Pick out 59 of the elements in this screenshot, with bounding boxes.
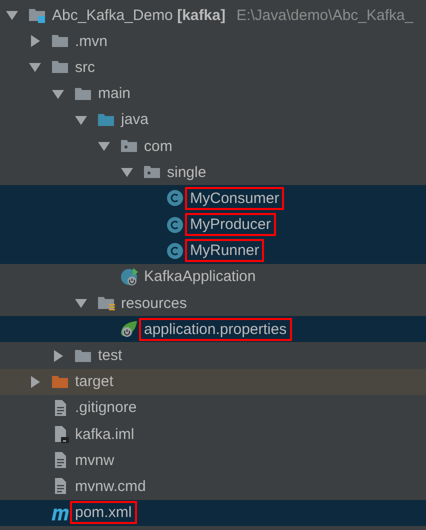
item-label: java — [120, 110, 150, 130]
folder-icon — [28, 6, 46, 24]
item-label: .mvn — [74, 32, 109, 52]
item-label: mvnw.cmd — [74, 476, 147, 497]
item-label: target — [74, 372, 114, 392]
project-path: E:\Java\demo\Abc_Kafka_ — [236, 6, 414, 24]
tree-row[interactable]: kafka.iml — [0, 421, 426, 448]
collapse-arrow-icon[interactable] — [75, 297, 87, 310]
tree-row[interactable]: mvnw.cmd — [0, 473, 426, 500]
item-label: Abc_Kafka_Demo [kafka] — [51, 6, 226, 26]
item-label: application.properties — [139, 318, 292, 341]
tree-row[interactable]: KafkaApplication — [0, 264, 426, 290]
expand-arrow-icon[interactable] — [29, 35, 41, 48]
folder-icon — [97, 294, 115, 312]
item-label: kafka.iml — [74, 424, 136, 445]
item-label: .gitignore — [74, 398, 138, 418]
tree-row[interactable]: .gitignore — [0, 394, 426, 421]
collapse-arrow-icon[interactable] — [98, 140, 110, 152]
expand-arrow-icon[interactable] — [52, 350, 64, 362]
tree-row[interactable]: mvnw — [0, 447, 426, 474]
collapse-arrow-icon[interactable] — [75, 114, 87, 126]
tree-row[interactable]: .mvn — [0, 28, 426, 54]
tree-row[interactable]: MyRunner — [0, 238, 426, 264]
item-label: main — [97, 84, 132, 104]
class-icon — [166, 242, 184, 260]
class-icon — [166, 189, 184, 208]
tree-row[interactable]: target — [0, 368, 426, 395]
tree-row[interactable]: single — [0, 159, 426, 186]
collapse-arrow-icon[interactable] — [52, 88, 64, 100]
expand-arrow-icon[interactable] — [29, 376, 41, 388]
tree-row[interactable]: resources — [0, 290, 426, 316]
tree-row[interactable]: main — [0, 80, 426, 107]
tree-row[interactable]: test — [0, 342, 426, 369]
tree-row[interactable]: MyProducer — [0, 212, 426, 238]
maven-icon — [51, 508, 69, 521]
tree-row[interactable]: com — [0, 132, 426, 160]
class-icon — [166, 216, 184, 234]
item-label: MyRunner — [185, 239, 264, 262]
item-label: mvnw — [74, 450, 116, 471]
item-label: com — [143, 136, 174, 157]
item-label: resources — [120, 294, 188, 314]
leaf-icon — [120, 320, 138, 338]
item-label: test — [97, 346, 124, 366]
item-label: pom.xml — [70, 501, 137, 524]
item-label: MyConsumer — [185, 186, 284, 210]
collapse-arrow-icon[interactable] — [121, 166, 133, 178]
tree-row[interactable]: pom.xml — [0, 500, 426, 526]
item-label: src — [74, 58, 96, 78]
item-label: KafkaApplication — [143, 267, 257, 288]
tree-row[interactable]: java — [0, 106, 426, 133]
collapse-arrow-icon[interactable] — [29, 61, 41, 74]
item-label: MyProducer — [185, 213, 276, 236]
item-label: single — [166, 162, 208, 183]
class-icon — [120, 268, 138, 286]
tree-row[interactable]: src — [0, 54, 426, 81]
tree-row[interactable]: Abc_Kafka_Demo [kafka] E:\Java\demo\Abc_Kafka_ — [0, 2, 426, 28]
tree-row[interactable]: MyConsumer — [0, 185, 426, 212]
tree-row[interactable]: application.properties — [0, 316, 426, 342]
collapse-arrow-icon[interactable] — [6, 9, 18, 22]
